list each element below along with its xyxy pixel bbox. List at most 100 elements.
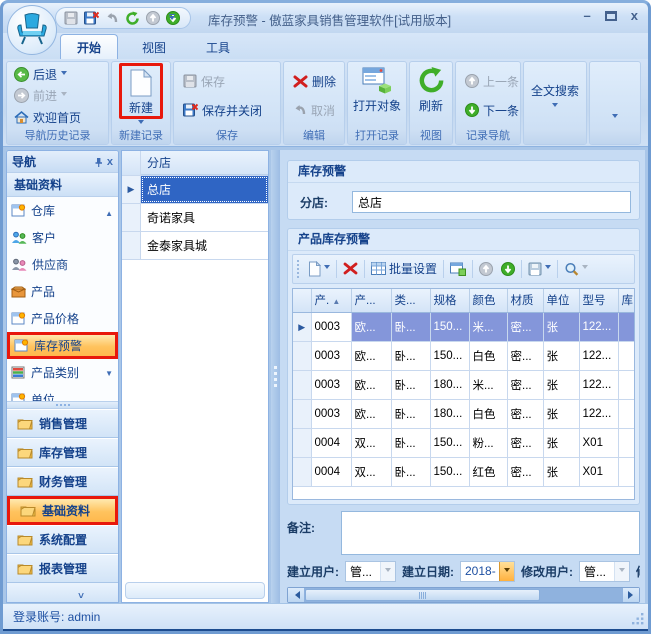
table-cell[interactable]: 2 — [618, 342, 635, 371]
table-row[interactable]: ▶0003欧...卧...150...米...密...张122...2 — [293, 313, 635, 342]
row-selector-cell[interactable] — [293, 458, 311, 487]
horizontal-scrollbar[interactable] — [287, 587, 640, 603]
new-dropdown-arrow[interactable] — [138, 120, 144, 127]
table-cell[interactable]: 0004 — [311, 429, 351, 458]
welcome-home-button[interactable]: 欢迎首页 — [9, 107, 106, 127]
table-cell[interactable]: 150... — [430, 458, 469, 487]
table-cell[interactable]: 白色 — [469, 342, 507, 371]
grid-delete-button[interactable] — [341, 261, 360, 276]
refresh-icon[interactable] — [125, 11, 140, 26]
refresh-button[interactable]: 刷新 — [412, 63, 450, 128]
cancel-button[interactable]: 取消 — [288, 100, 340, 120]
table-cell[interactable]: 180... — [430, 371, 469, 400]
back-button[interactable]: 后退 — [9, 64, 106, 84]
table-cell[interactable]: 122... — [579, 400, 618, 429]
scrollbar-thumb[interactable] — [305, 589, 540, 601]
table-cell[interactable]: 密... — [507, 342, 543, 371]
sidebar-item-suppliers[interactable]: 供应商 — [7, 251, 118, 278]
table-cell[interactable]: 密... — [507, 400, 543, 429]
table-cell[interactable]: 卧... — [391, 342, 430, 371]
tab-start[interactable]: 开始 — [60, 34, 118, 59]
pin-icon[interactable] — [94, 157, 103, 167]
chevron-down-icon[interactable] — [380, 562, 395, 581]
table-cell[interactable]: 122... — [579, 371, 618, 400]
table-cell[interactable]: 卧... — [391, 400, 430, 429]
table-cell[interactable]: 2 — [618, 400, 635, 429]
row-selector-cell[interactable] — [293, 342, 311, 371]
table-cell[interactable]: 0003 — [311, 400, 351, 429]
delete-button[interactable]: 删除 — [288, 71, 340, 91]
table-cell[interactable]: 2 — [618, 371, 635, 400]
table-cell[interactable]: 米... — [469, 313, 507, 342]
table-cell[interactable]: X01 — [579, 458, 618, 487]
table-cell[interactable]: 双... — [351, 429, 391, 458]
maximize-button[interactable] — [605, 11, 617, 21]
column-header[interactable]: 规格 — [430, 289, 469, 313]
new-button[interactable]: 新建 — [119, 63, 163, 119]
nav-scroll-down-icon[interactable]: ▼ — [105, 369, 113, 378]
batch-settings-button[interactable]: 批量设置 — [369, 259, 439, 278]
table-cell[interactable]: 红色 — [469, 458, 507, 487]
table-cell[interactable]: 卧... — [391, 371, 430, 400]
nav-close-icon[interactable]: x — [107, 156, 113, 168]
save-and-close-button[interactable]: 保存并关闭 — [178, 100, 276, 120]
branch-column-header[interactable]: 分店 — [141, 151, 268, 175]
table-cell[interactable]: 白色 — [469, 400, 507, 429]
sidebar-group-inventory[interactable]: 库存管理 — [7, 438, 118, 467]
fulltext-search-dropdown-arrow[interactable] — [552, 103, 558, 110]
calendar-dropdown-icon[interactable] — [499, 562, 514, 581]
table-row[interactable]: 0004双...卧...150...红色密...张X012 — [293, 458, 635, 487]
table-cell[interactable]: 180... — [430, 400, 469, 429]
table-cell[interactable]: 双... — [351, 458, 391, 487]
column-header[interactable]: 材质 — [507, 289, 543, 313]
list-item-jintai[interactable]: 金泰家具城 — [122, 232, 268, 260]
save-icon[interactable] — [64, 11, 78, 25]
table-cell[interactable]: 150... — [430, 429, 469, 458]
sidebar-item-product-price[interactable]: 产品价格 — [7, 305, 118, 332]
table-cell[interactable]: 欧... — [351, 313, 391, 342]
table-cell[interactable]: 密... — [507, 429, 543, 458]
minimize-button[interactable]: – — [584, 9, 591, 23]
remark-input[interactable] — [341, 511, 640, 555]
open-object-button[interactable]: 打开对象 — [350, 63, 404, 128]
tab-tools[interactable]: 工具 — [190, 35, 246, 59]
column-header[interactable]: 颜色 — [469, 289, 507, 313]
table-cell[interactable]: 欧... — [351, 400, 391, 429]
grid-new-button[interactable] — [306, 260, 332, 278]
branch-field-input[interactable]: 总店 — [352, 191, 631, 213]
close-button[interactable]: x — [631, 9, 638, 23]
table-cell[interactable]: 卧... — [391, 429, 430, 458]
nav-scroll-up-icon[interactable]: ▲ — [105, 209, 113, 218]
resize-grip[interactable] — [632, 613, 644, 625]
scroll-up-icon[interactable] — [146, 11, 160, 25]
row-selector-cell[interactable] — [293, 400, 311, 429]
next-record-button[interactable]: 下一条 — [460, 100, 516, 120]
table-cell[interactable]: 欧... — [351, 371, 391, 400]
sidebar-item-customers[interactable]: 客户 — [7, 224, 118, 251]
row-selector-cell[interactable]: ▶ — [293, 313, 311, 342]
table-cell[interactable]: 粉... — [469, 429, 507, 458]
table-cell[interactable]: 122... — [579, 342, 618, 371]
scroll-right-arrow[interactable] — [623, 588, 639, 602]
column-header[interactable]: 产... — [351, 289, 391, 313]
column-header[interactable]: 产. ▲ — [311, 289, 351, 313]
nav-splitter-handle[interactable] — [7, 401, 118, 409]
list-item-main-store[interactable]: ▶ 总店 — [122, 176, 268, 204]
table-row[interactable]: 0003欧...卧...180...白色密...张122...2 — [293, 400, 635, 429]
sidebar-group-system-config[interactable]: 系统配置 — [7, 525, 118, 554]
grid-down-button[interactable] — [499, 261, 517, 277]
row-selector-cell[interactable] — [293, 371, 311, 400]
collapse-chevron-icon[interactable]: ˅ — [78, 591, 84, 602]
tab-view[interactable]: 视图 — [126, 35, 182, 59]
table-cell[interactable]: 卧... — [391, 313, 430, 342]
table-row[interactable]: 0003欧...卧...180...米...密...张122...2 — [293, 371, 635, 400]
table-cell[interactable]: 张 — [543, 313, 579, 342]
table-row[interactable]: 0003欧...卧...150...白色密...张122...2 — [293, 342, 635, 371]
quick-access-customize-button[interactable] — [163, 9, 181, 27]
table-cell[interactable]: 0003 — [311, 342, 351, 371]
chevron-down-icon[interactable] — [614, 562, 629, 581]
column-header[interactable]: 库... — [618, 289, 635, 313]
table-cell[interactable]: 122... — [579, 313, 618, 342]
table-cell[interactable]: 0004 — [311, 458, 351, 487]
grid-open-button[interactable] — [448, 261, 468, 277]
